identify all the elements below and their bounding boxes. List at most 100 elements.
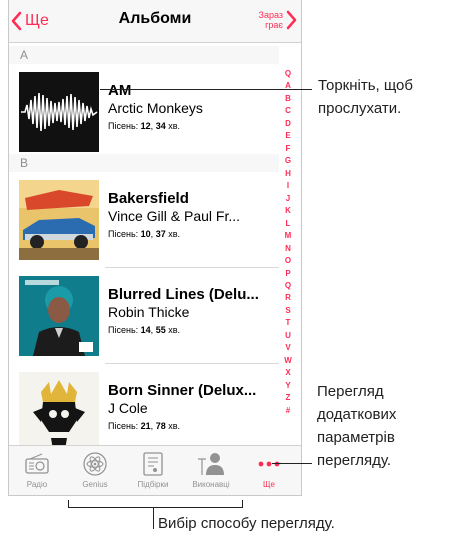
tab-label: Радіо [26,480,48,489]
album-artist: Robin Thicke [108,304,190,320]
index-letter[interactable]: O [285,257,291,265]
index-letter[interactable]: B [285,94,291,103]
index-letter[interactable]: F [286,144,291,153]
album-title: Bakersfield [108,190,189,207]
index-letter[interactable]: L [286,219,291,228]
index-letter[interactable]: D [285,119,291,128]
album-info: Пісень: 10, 37 хв. [108,229,181,239]
minutes-unit: хв. [168,421,181,431]
songs-count: 14 [140,325,151,335]
callout-leader-more [272,463,312,464]
index-letter[interactable]: Y [285,381,290,390]
index-letter[interactable]: H [285,169,291,178]
songs-count: 10 [140,229,151,239]
minutes-count: 78 [155,421,166,431]
section-header-a: A [9,46,279,64]
soundwave-artwork [21,92,98,132]
minutes-unit: хв. [168,121,181,131]
index-letter[interactable]: P [285,269,290,278]
minutes-count: 37 [155,229,166,239]
callout-more-options: Перегляд додаткових параметрів перегляду… [317,380,396,472]
album-art-born-sinner [19,372,99,452]
tab-playlists[interactable]: Підбірки [125,450,181,494]
callout-text: параметрів [317,429,395,446]
index-letter[interactable]: # [286,406,290,415]
album-art-am [19,72,99,152]
songs-label: Пісень: [108,421,139,431]
sketch-artwork [19,372,99,452]
album-art-bakersfield [19,180,99,260]
now-playing-line2: грає [265,20,283,30]
callout-leader-tap [100,89,312,90]
songs-count: 12 [140,121,151,131]
bracket-stem [153,507,154,529]
now-playing-button[interactable]: Зараз грає [249,10,297,30]
car-artwork [19,180,99,260]
index-letter[interactable]: W [284,356,292,365]
index-letter[interactable]: C [285,107,291,115]
index-letter[interactable]: T [286,319,291,327]
index-letter[interactable]: K [285,207,291,215]
genius-atom-icon [80,450,110,478]
songs-label: Пісень: [108,229,139,239]
index-letter[interactable]: U [285,331,291,340]
index-letter[interactable]: E [285,132,290,140]
index-letter[interactable]: R [285,294,291,302]
album-title: Blurred Lines (Delu... [108,286,259,303]
album-artist: J Cole [108,400,148,416]
artist-mic-icon [196,450,226,478]
now-playing-line1: Зараз [258,10,283,20]
album-title: Born Sinner (Delux... [108,382,257,399]
callout-choose-view: Вибір способу перегляду. [158,515,335,532]
songs-label: Пісень: [108,325,139,335]
index-letter[interactable]: N [285,244,291,253]
phone-screen: Ще Альбоми Зараз грає A AM Arctic Monkey… [8,0,302,496]
callout-tap-to-play: Торкніть, щоб прослухати. [318,74,413,120]
index-letter[interactable]: V [285,344,290,352]
navigation-bar: Ще Альбоми Зараз грає [9,0,301,43]
tab-artists[interactable]: Виконавці [183,450,239,494]
album-info: Пісень: 14, 55 хв. [108,325,181,335]
callout-text: Торкніть, щоб [318,77,413,94]
more-dots-icon [254,450,284,478]
tab-radio[interactable]: Радіо [9,450,65,494]
minutes-unit: хв. [168,325,181,335]
tab-bar: Радіо Genius Підбірки Виконавці Ще [9,445,301,495]
portrait-artwork [19,276,99,356]
callout-text: перегляду. [317,452,392,469]
album-info: Пісень: 12, 34 хв. [108,121,181,131]
bracket-line [68,507,243,508]
minutes-count: 55 [155,325,166,335]
section-index-bar[interactable]: Q A B C D E F G H I J K L M N O P Q R S T U V W X Y Z # [281,70,295,415]
album-row-bakersfield[interactable]: Bakersfield Vince Gill & Paul Fr... Пісе… [9,172,279,268]
radio-icon [22,450,52,478]
index-letter[interactable]: G [285,157,291,165]
index-letter[interactable]: I [287,182,289,190]
tab-label: Виконавці [192,480,230,489]
minutes-count: 34 [155,121,166,131]
index-letter[interactable]: S [285,306,290,315]
index-letter[interactable]: Q [285,281,291,290]
callout-text: додаткових [317,406,397,423]
album-row-am[interactable]: AM Arctic Monkeys Пісень: 12, 34 хв. [9,64,279,160]
tab-label: Genius [82,480,108,489]
album-title: AM [108,82,132,99]
index-letter[interactable]: Q [285,70,291,78]
tab-more[interactable]: Ще [241,450,297,494]
tab-label: Ще [263,480,275,489]
section-header-b: B [9,154,279,172]
index-letter[interactable]: X [285,369,290,377]
section-letter: A [20,48,29,62]
album-art-blurred-lines [19,276,99,356]
songs-count: 21 [140,421,151,431]
album-info: Пісень: 21, 78 хв. [108,421,181,431]
album-artist: Vince Gill & Paul Fr... [108,208,241,224]
tab-genius[interactable]: Genius [67,450,123,494]
minutes-unit: хв. [168,229,181,239]
index-letter[interactable]: J [286,194,290,203]
index-letter[interactable]: Z [286,394,291,402]
album-row-blurred-lines[interactable]: Blurred Lines (Delu... Robin Thicke Пісе… [9,268,279,364]
index-letter[interactable]: M [285,232,292,240]
callout-text: прослухати. [318,100,402,117]
section-letter: B [20,156,29,170]
